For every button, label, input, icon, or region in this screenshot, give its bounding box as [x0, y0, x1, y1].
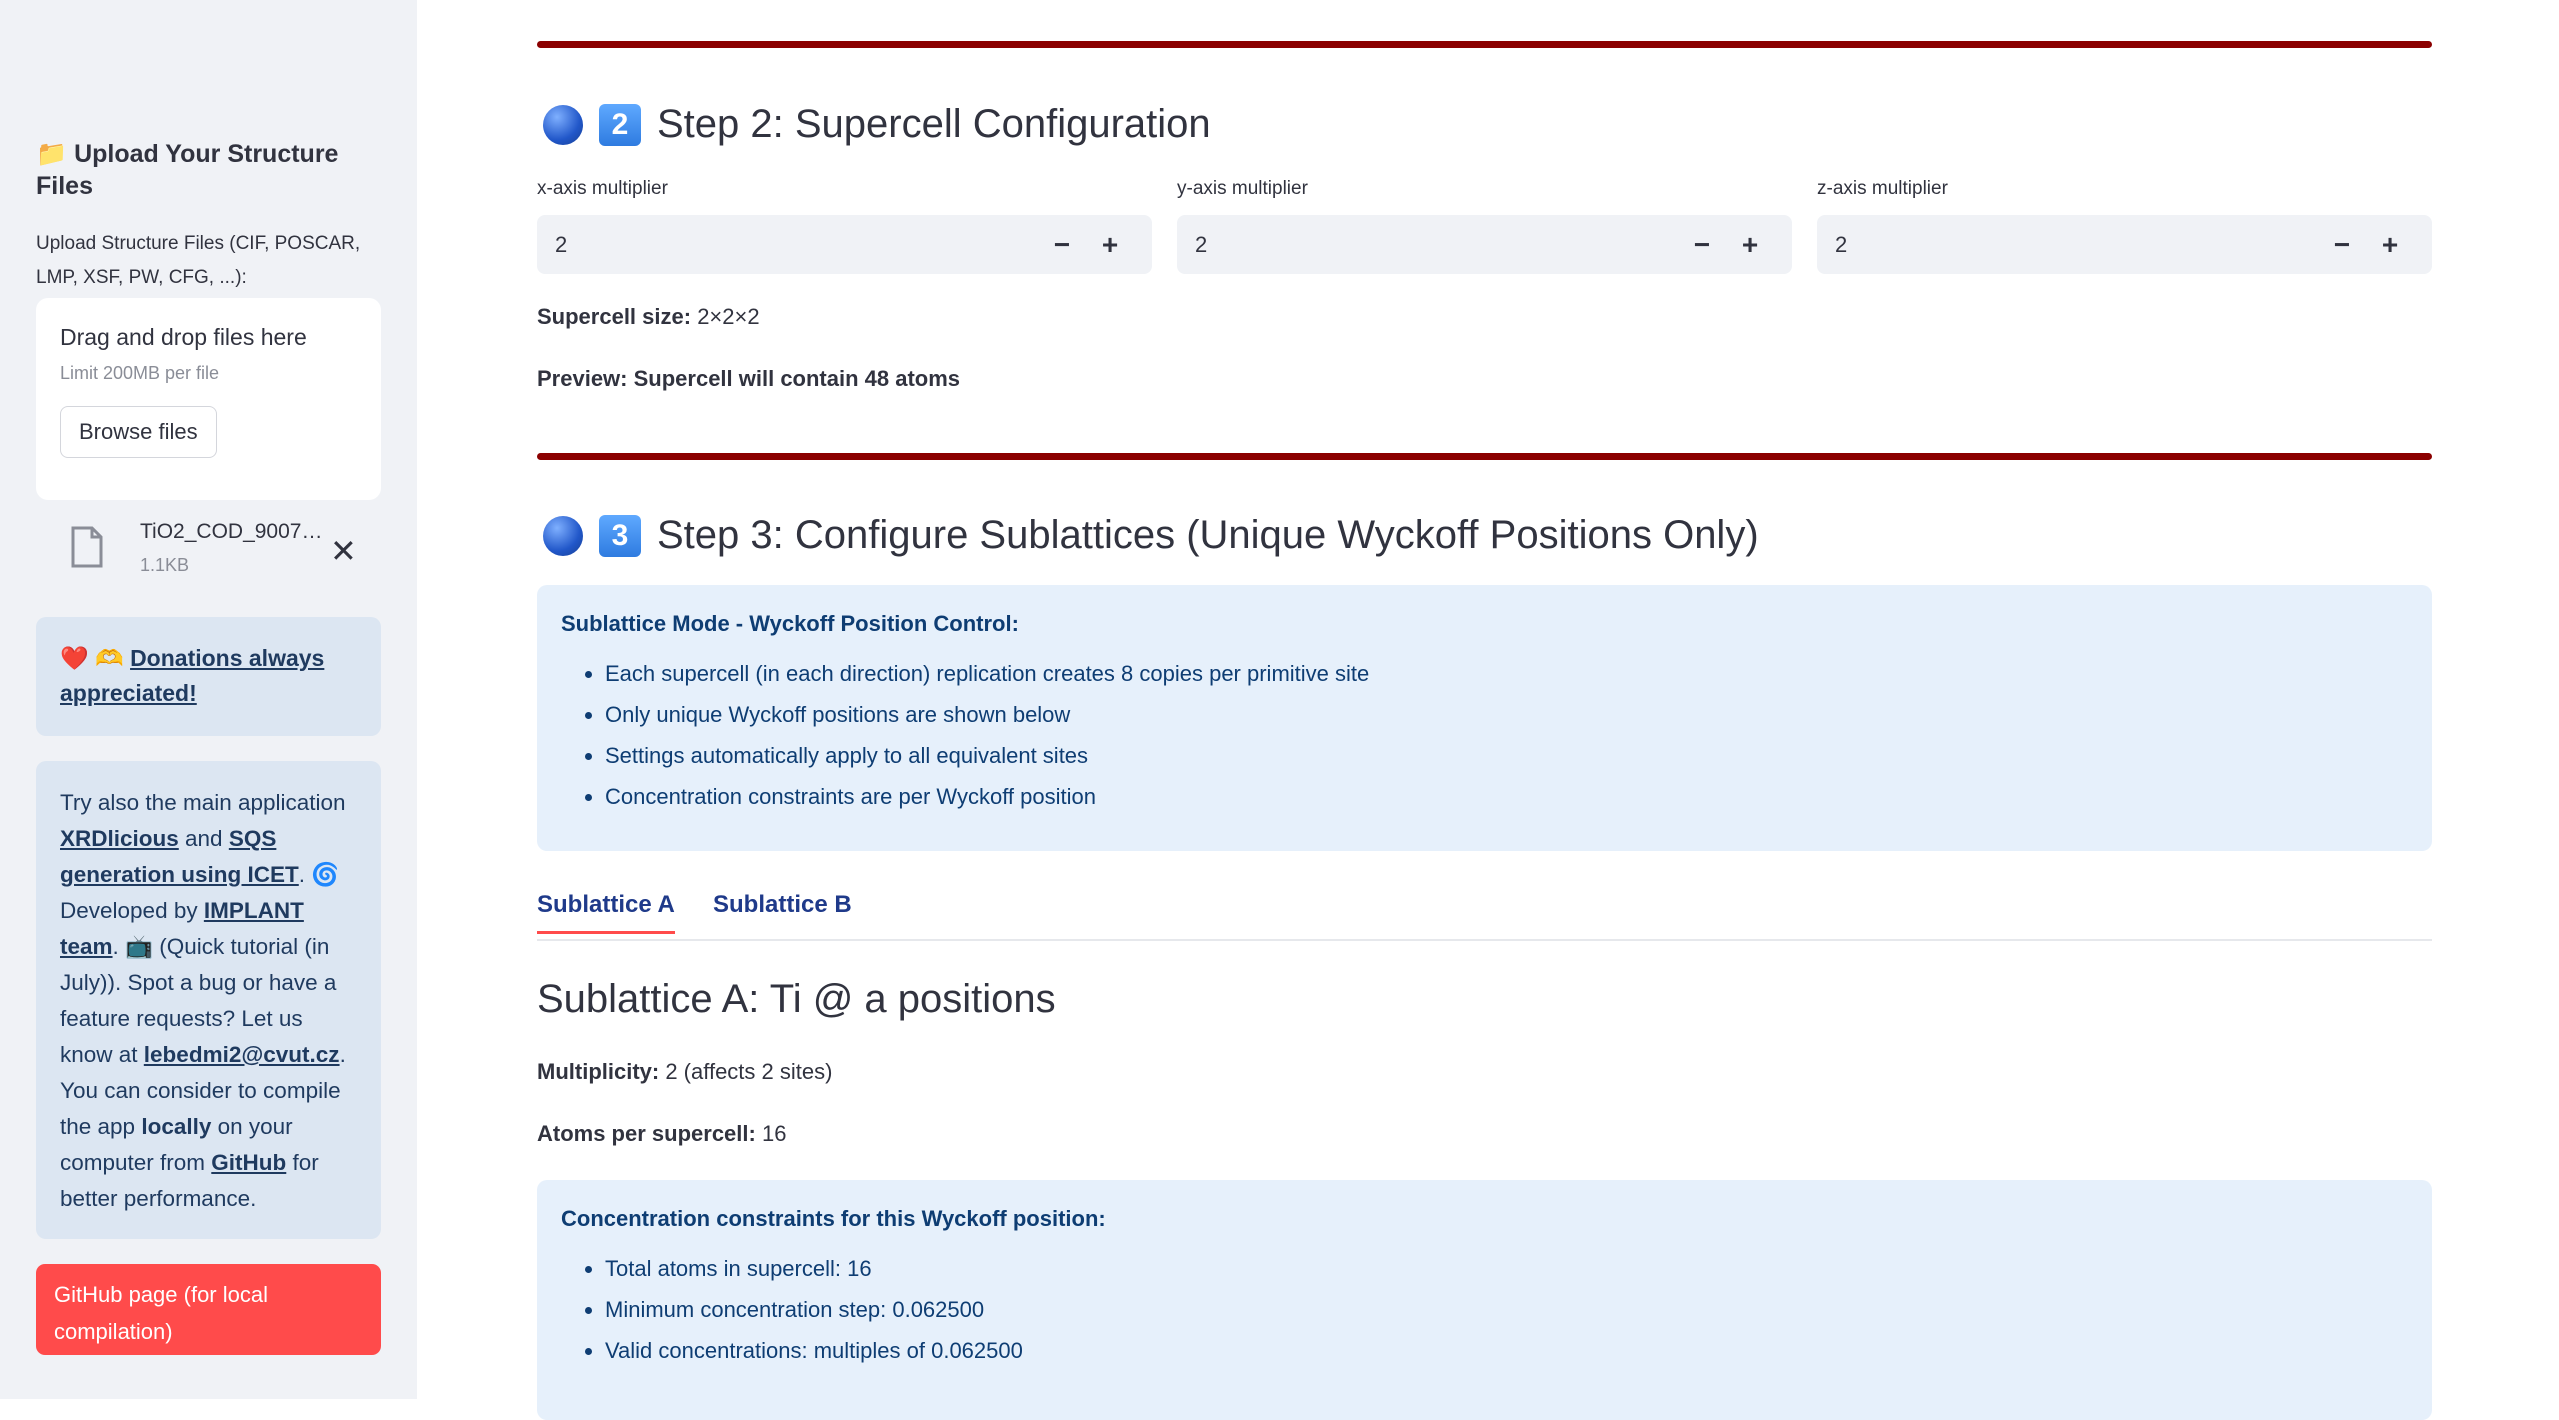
section-divider: [537, 453, 2432, 460]
step2-title: Step 2: Supercell Configuration: [657, 102, 1211, 146]
donation-box: ❤️ 🫶 Donations always appreciated!: [36, 617, 381, 736]
supercell-preview-text: Preview: Supercell will contain 48 atoms: [537, 366, 961, 391]
supercell-size-value: 2×2×2: [691, 304, 760, 329]
x-multiplier-value[interactable]: 2: [555, 232, 1038, 258]
step2-heading: 2 Step 2: Supercell Configuration: [543, 102, 1211, 147]
blue-circle-icon: [543, 515, 583, 556]
x-multiplier-input[interactable]: 2 − +: [537, 215, 1152, 274]
info-text: and: [178, 826, 229, 851]
concentration-constraints-info: Concentration constraints for this Wycko…: [537, 1180, 2432, 1420]
uploaded-file-item: TiO2_COD_9007… 1.1KB ✕: [70, 520, 370, 590]
uploaded-file-name: TiO2_COD_9007…: [140, 520, 323, 543]
tab-sublattice-b[interactable]: Sublattice B: [713, 891, 852, 931]
list-item: Total atoms in supercell: 16: [605, 1248, 2408, 1289]
info-text: Try also the main application: [60, 790, 346, 815]
browse-files-button[interactable]: Browse files: [60, 406, 217, 458]
constraints-title: Concentration constraints for this Wycko…: [561, 1206, 1106, 1231]
sublattice-tabs: Sublattice A Sublattice B: [537, 885, 2432, 941]
list-item: Valid concentrations: multiples of 0.062…: [605, 1330, 2408, 1371]
y-decrement-minus-icon[interactable]: −: [1678, 229, 1726, 261]
sublattice-mode-info: Sublattice Mode - Wyckoff Position Contr…: [537, 585, 2432, 851]
section-divider: [537, 41, 2432, 48]
z-multiplier-value[interactable]: 2: [1835, 232, 2318, 258]
multiplicity-value: 2 (affects 2 sites): [659, 1059, 833, 1084]
tab-sublattice-a[interactable]: Sublattice A: [537, 891, 675, 934]
x-decrement-minus-icon[interactable]: −: [1038, 229, 1086, 261]
remove-file-close-icon[interactable]: ✕: [330, 532, 357, 570]
file-uploader-dropzone[interactable]: Drag and drop files here Limit 200MB per…: [36, 298, 381, 500]
info-box: Try also the main application XRDlicious…: [36, 761, 381, 1239]
y-multiplier-input[interactable]: 2 − +: [1177, 215, 1792, 274]
list-item: Only unique Wyckoff positions are shown …: [605, 694, 2408, 735]
upload-label: Upload Structure Files (CIF, POSCAR, LMP…: [36, 233, 361, 288]
uploaded-file-size: 1.1KB: [140, 555, 190, 575]
email-link[interactable]: lebedmi2@cvut.cz: [144, 1042, 340, 1067]
x-increment-plus-icon[interactable]: +: [1086, 229, 1134, 261]
atoms-label: Atoms per supercell:: [537, 1121, 756, 1146]
callout-title: Sublattice Mode - Wyckoff Position Contr…: [561, 611, 1019, 636]
y-increment-plus-icon[interactable]: +: [1726, 229, 1774, 261]
multiplicity-text: Multiplicity: 2 (affects 2 sites): [537, 1059, 832, 1085]
heart-icon: ❤️ 🫶: [60, 645, 124, 671]
locally-text: locally: [141, 1114, 212, 1139]
upload-heading: 📁 Upload Your Structure Files: [36, 140, 339, 200]
z-multiplier-input[interactable]: 2 − +: [1817, 215, 2432, 274]
multiplicity-label: Multiplicity:: [537, 1059, 660, 1084]
sidebar: 📁 Upload Your Structure Files Upload Str…: [0, 0, 417, 1399]
list-item: Settings automatically apply to all equi…: [605, 735, 2408, 776]
z-decrement-minus-icon[interactable]: −: [2318, 229, 2366, 261]
keycap-2-icon: 2: [599, 103, 641, 146]
sublattice-title: Sublattice A: Ti @ a positions: [537, 977, 1056, 1021]
supercell-size-label: Supercell size:: [537, 304, 692, 329]
github-link[interactable]: GitHub: [211, 1150, 286, 1175]
y-multiplier-label: y-axis multiplier: [1177, 178, 1308, 199]
x-multiplier-label: x-axis multiplier: [537, 178, 668, 199]
atoms-value: 16: [755, 1121, 787, 1146]
file-icon: [71, 526, 103, 568]
list-item: Concentration constraints are per Wyckof…: [605, 776, 2408, 817]
supercell-size-text: Supercell size: 2×2×2: [537, 304, 760, 330]
blue-circle-icon: [543, 104, 583, 145]
file-limit-text: Limit 200MB per file: [60, 363, 220, 383]
z-multiplier-label: z-axis multiplier: [1817, 178, 1948, 199]
drag-drop-text: Drag and drop files here: [60, 324, 307, 350]
xrdlicious-link[interactable]: XRDlicious: [60, 826, 179, 851]
keycap-3-icon: 3: [599, 514, 641, 557]
github-page-button[interactable]: GitHub page (for local compilation): [36, 1264, 381, 1355]
y-multiplier-value[interactable]: 2: [1195, 232, 1678, 258]
z-increment-plus-icon[interactable]: +: [2366, 229, 2414, 261]
atoms-per-supercell-text: Atoms per supercell: 16: [537, 1121, 786, 1147]
step3-heading: 3 Step 3: Configure Sublattices (Unique …: [543, 513, 1759, 558]
list-item: Minimum concentration step: 0.062500: [605, 1289, 2408, 1330]
list-item: Each supercell (in each direction) repli…: [605, 653, 2408, 694]
step3-title: Step 3: Configure Sublattices (Unique Wy…: [657, 513, 1759, 557]
main-content: 2 Step 2: Supercell Configuration x-axis…: [537, 0, 2432, 1420]
